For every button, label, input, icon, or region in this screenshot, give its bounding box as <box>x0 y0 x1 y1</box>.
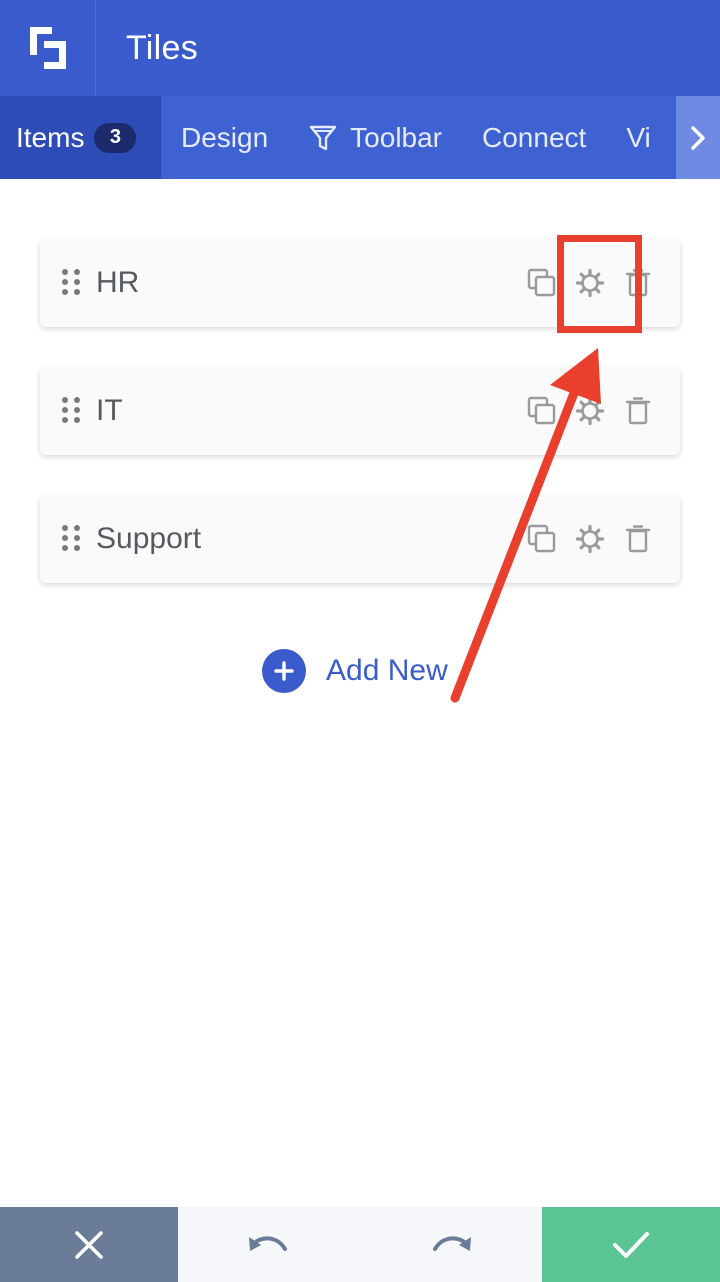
close-icon <box>75 1230 103 1259</box>
delete-button[interactable] <box>614 387 662 435</box>
duplicate-icon <box>527 268 556 297</box>
tab-items-label: Items <box>16 121 85 153</box>
item-label: HR <box>96 266 140 299</box>
app-header: Tiles <box>0 0 720 96</box>
gear-icon <box>575 524 605 554</box>
trash-icon <box>625 525 651 553</box>
settings-button[interactable] <box>566 259 614 307</box>
drag-handle-icon[interactable] <box>62 525 82 553</box>
plus-circle-icon <box>262 649 306 693</box>
tab-design[interactable]: Design <box>161 96 288 179</box>
tab-bar: Items 3 Design Toolbar Connect Vi <box>0 96 720 179</box>
settings-button[interactable] <box>566 515 614 563</box>
drag-handle-icon[interactable] <box>62 397 82 425</box>
redo-icon <box>433 1235 471 1251</box>
duplicate-icon <box>527 396 556 425</box>
tab-connect[interactable]: Connect <box>462 96 606 179</box>
trash-icon <box>625 269 651 297</box>
delete-button[interactable] <box>614 259 662 307</box>
trash-icon <box>625 397 651 425</box>
duplicate-icon <box>527 524 556 553</box>
items-count-badge: 3 <box>94 122 137 153</box>
add-new-button[interactable]: Add New <box>262 648 448 694</box>
app-logo-icon <box>29 27 66 69</box>
duplicate-button[interactable] <box>518 259 566 307</box>
tab-toolbar[interactable]: Toolbar <box>288 96 462 179</box>
tab-design-label: Design <box>181 121 269 153</box>
chevron-right-icon <box>691 125 705 150</box>
filter-icon <box>309 125 337 150</box>
duplicate-button[interactable] <box>518 387 566 435</box>
item-label: IT <box>96 394 123 427</box>
tabs-scroll-right-button[interactable] <box>676 96 720 179</box>
list-item[interactable]: HR <box>40 239 680 327</box>
tab-toolbar-label: Toolbar <box>350 121 443 153</box>
checkmark-icon <box>613 1231 649 1258</box>
gear-icon <box>575 268 605 298</box>
gear-icon <box>575 396 605 426</box>
duplicate-button[interactable] <box>518 515 566 563</box>
tab-items[interactable]: Items 3 <box>0 96 161 179</box>
confirm-button[interactable] <box>542 1207 720 1282</box>
list-item[interactable]: Support <box>40 495 680 583</box>
settings-button[interactable] <box>566 387 614 435</box>
tab-visibility[interactable]: Vi <box>606 96 670 179</box>
app-logo[interactable] <box>0 0 96 96</box>
undo-icon <box>249 1235 287 1251</box>
drag-handle-icon[interactable] <box>62 269 82 297</box>
undo-button[interactable] <box>224 1207 314 1282</box>
tab-connect-label: Connect <box>482 121 587 153</box>
tab-visibility-label: Vi <box>626 121 651 153</box>
redo-button[interactable] <box>406 1207 496 1282</box>
item-label: Support <box>96 522 202 555</box>
list-item[interactable]: IT <box>40 367 680 455</box>
close-button[interactable] <box>0 1207 178 1282</box>
app-title: Tiles <box>126 28 199 67</box>
bottom-action-bar <box>0 1207 720 1282</box>
add-new-label: Add New <box>326 654 448 687</box>
delete-button[interactable] <box>614 515 662 563</box>
